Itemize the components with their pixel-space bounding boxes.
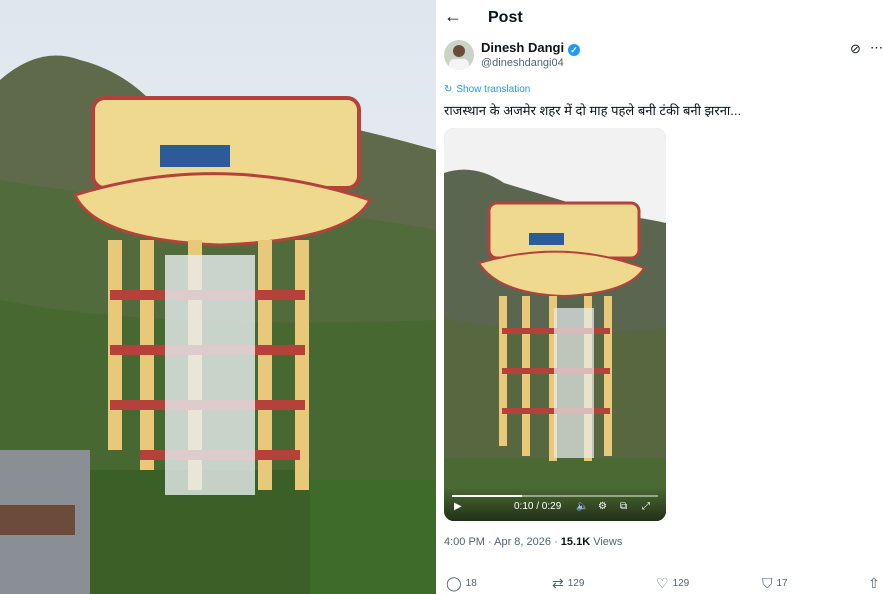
view-count: 15.1K: [560, 536, 591, 548]
show-translation-link[interactable]: ↻ Show translation: [444, 84, 534, 95]
settings-icon[interactable]: ⚙: [598, 501, 607, 512]
like-button[interactable]: ♡ 129: [656, 575, 689, 592]
reply-count: 18: [465, 578, 477, 589]
play-icon[interactable]: ▶: [454, 501, 462, 512]
bookmark-count: 17: [776, 578, 788, 589]
like-count: 129: [672, 578, 690, 589]
views-label: Views: [593, 536, 623, 548]
avatar[interactable]: [444, 40, 474, 70]
bookmark-button[interactable]: ⛉ 17: [762, 575, 788, 592]
volume-icon[interactable]: 🔈: [576, 501, 588, 512]
fullscreen-icon[interactable]: ⤢: [642, 501, 650, 512]
post-meta: 4:00 PM · Apr 8, 2026 · 15.1K Views: [444, 536, 622, 548]
pip-icon[interactable]: ⧉: [620, 501, 627, 512]
translate-icon: ↻: [444, 84, 453, 95]
post-image[interactable]: [0, 0, 436, 594]
grok-icon[interactable]: ⊘: [850, 41, 861, 57]
tweet-text: राजस्थान के अजमेर शहर में दो माह पहले बन…: [444, 103, 742, 118]
top-bar: ← Post: [436, 0, 883, 36]
page-title: Post: [488, 9, 523, 26]
post-time[interactable]: 4:00 PM · Apr 8, 2026 ·: [444, 536, 558, 548]
post-panel: ← Post Dinesh Dangi ✓ @dineshdangi04 ⊘ ⋯ …: [436, 0, 883, 594]
share-icon: ⇧: [868, 575, 880, 591]
verified-badge-icon: ✓: [568, 44, 581, 56]
repost-button[interactable]: ⇄ 129: [552, 575, 584, 592]
reply-icon: ◯: [446, 575, 462, 591]
show-translation-label: Show translation: [456, 84, 531, 95]
repost-count: 129: [567, 578, 585, 589]
video-progress[interactable]: [452, 495, 658, 497]
repost-icon: ⇄: [552, 575, 564, 591]
share-button[interactable]: ⇧: [868, 575, 883, 592]
author-name[interactable]: Dinesh Dangi ✓: [481, 40, 581, 56]
video-progress-fill: [452, 495, 523, 497]
author-handle[interactable]: @dineshdangi04: [481, 57, 564, 69]
action-bar: ◯ 18 ⇄ 129 ♡ 129 ⛉ 17 ⇧: [444, 575, 883, 591]
reply-button[interactable]: ◯ 18: [446, 575, 477, 592]
video-controls: ▶ 0:10 / 0:29 🔈 ⚙ ⧉ ⤢: [444, 487, 666, 521]
video-time: 0:10 / 0:29: [514, 501, 562, 512]
more-icon[interactable]: ⋯: [870, 40, 883, 56]
video-player[interactable]: ▶ 0:10 / 0:29 🔈 ⚙ ⧉ ⤢: [444, 128, 666, 521]
heart-icon: ♡: [656, 575, 669, 591]
author-name-text: Dinesh Dangi: [481, 40, 565, 55]
bookmark-icon: ⛉: [762, 575, 773, 591]
arrow-left-icon[interactable]: ←: [444, 6, 462, 27]
